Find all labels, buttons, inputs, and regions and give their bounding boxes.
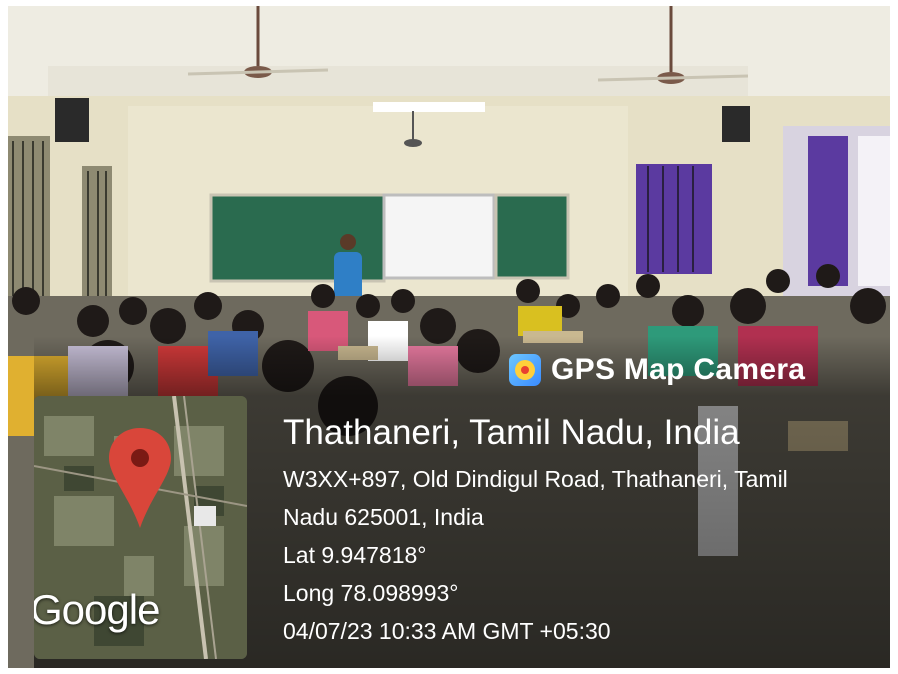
projector-screen: [382, 193, 496, 280]
address-line-1: W3XX+897, Old Dindigul Road, Thathaneri,…: [283, 466, 788, 492]
google-logo: Google: [34, 586, 160, 633]
gps-map-camera-icon: [509, 354, 541, 386]
app-name: GPS Map Camera: [551, 353, 806, 386]
address-line-2: Nadu 625001, India: [283, 504, 484, 530]
location-info: Thathaneri, Tamil Nadu, India W3XX+897, …: [283, 411, 788, 650]
location-title: Thathaneri, Tamil Nadu, India: [283, 413, 740, 452]
app-brand: GPS Map Camera: [509, 350, 805, 390]
photo-frame: Google GPS Map Camera Thathaneri, Tamil …: [8, 6, 890, 668]
speaker-right: [722, 106, 750, 142]
speaker-left: [55, 98, 89, 142]
chalkboard-right: [494, 193, 570, 280]
map-thumbnail: Google: [34, 396, 247, 659]
timestamp: 04/07/23 10:33 AM GMT +05:30: [283, 618, 611, 644]
latitude: Lat 9.947818°: [283, 542, 427, 568]
longitude: Long 78.098993°: [283, 580, 459, 606]
